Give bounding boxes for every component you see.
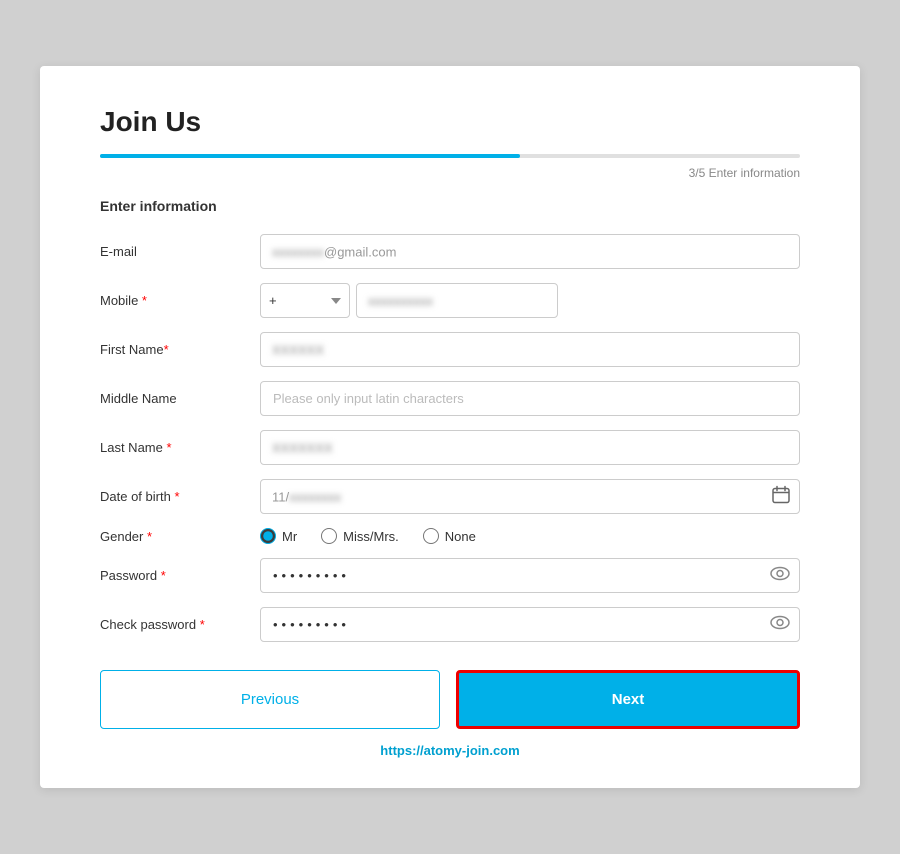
dob-label: Date of birth * [100, 489, 260, 504]
gender-field: Mr Miss/Mrs. None [260, 528, 800, 544]
calendar-icon[interactable] [772, 485, 790, 508]
gender-mr-radio[interactable] [260, 528, 276, 544]
last-name-field: XXXXXXX [260, 430, 800, 465]
first-name-row: First Name* XXXXXX [100, 332, 800, 367]
password-required-star: * [157, 568, 166, 583]
country-code-select[interactable]: + +1 +44 +82 [260, 283, 350, 318]
last-name-input[interactable] [260, 430, 800, 465]
page-title: Join Us [100, 106, 800, 138]
email-row: E-mail xxxxxxxx@gmail.com [100, 234, 800, 269]
gender-row: Gender * Mr Miss/Mrs. None [100, 528, 800, 544]
last-name-row: Last Name * XXXXXXX [100, 430, 800, 465]
next-button[interactable]: Next [456, 670, 800, 729]
progress-label: 3/5 Enter information [100, 166, 800, 180]
middle-name-row: Middle Name [100, 381, 800, 416]
watermark: https://atomy-join.com [100, 743, 800, 758]
mobile-number-input[interactable] [356, 283, 558, 318]
email-input[interactable] [260, 234, 800, 269]
dob-input[interactable] [260, 479, 800, 514]
gender-none-radio[interactable] [423, 528, 439, 544]
email-field: xxxxxxxx@gmail.com [260, 234, 800, 269]
gender-miss-label[interactable]: Miss/Mrs. [321, 528, 399, 544]
middle-name-input[interactable] [260, 381, 800, 416]
check-password-eye-icon[interactable] [770, 615, 790, 634]
dob-required-star: * [171, 489, 180, 504]
last-name-required-star: * [163, 440, 172, 455]
dob-row: Date of birth * 11/xxxxxxxx [100, 479, 800, 514]
gender-none-text: None [445, 529, 476, 544]
middle-name-field [260, 381, 800, 416]
password-input[interactable] [260, 558, 800, 593]
last-name-label: Last Name * [100, 440, 260, 455]
buttons-row: Previous Next [100, 670, 800, 729]
check-password-input[interactable] [260, 607, 800, 642]
mobile-required-star: * [138, 293, 147, 308]
form-card: Join Us 3/5 Enter information Enter info… [40, 66, 860, 788]
check-password-field [260, 607, 800, 642]
check-password-row: Check password * [100, 607, 800, 642]
gender-label: Gender * [100, 529, 260, 544]
gender-none-label[interactable]: None [423, 528, 476, 544]
section-title: Enter information [100, 198, 800, 214]
password-eye-icon[interactable] [770, 566, 790, 585]
middle-name-label: Middle Name [100, 391, 260, 406]
progress-bar-container [100, 154, 800, 158]
mobile-field: + +1 +44 +82 xxxxxxxxxx [260, 283, 800, 318]
gender-miss-text: Miss/Mrs. [343, 529, 399, 544]
dob-field: 11/xxxxxxxx [260, 479, 800, 514]
first-name-field: XXXXXX [260, 332, 800, 367]
gender-miss-radio[interactable] [321, 528, 337, 544]
first-name-required-star: * [164, 342, 169, 357]
check-password-required-star: * [196, 617, 205, 632]
password-row: Password * [100, 558, 800, 593]
check-password-label: Check password * [100, 617, 260, 632]
gender-mr-label[interactable]: Mr [260, 528, 297, 544]
gender-mr-text: Mr [282, 529, 297, 544]
email-label: E-mail [100, 244, 260, 259]
gender-required-star: * [143, 529, 152, 544]
first-name-label: First Name* [100, 342, 260, 357]
mobile-label: Mobile * [100, 293, 260, 308]
password-field [260, 558, 800, 593]
mobile-row: Mobile * + +1 +44 +82 xxxxxxxxxx [100, 283, 800, 318]
progress-bar-fill [100, 154, 520, 158]
first-name-input[interactable] [260, 332, 800, 367]
password-label: Password * [100, 568, 260, 583]
previous-button[interactable]: Previous [100, 670, 440, 729]
